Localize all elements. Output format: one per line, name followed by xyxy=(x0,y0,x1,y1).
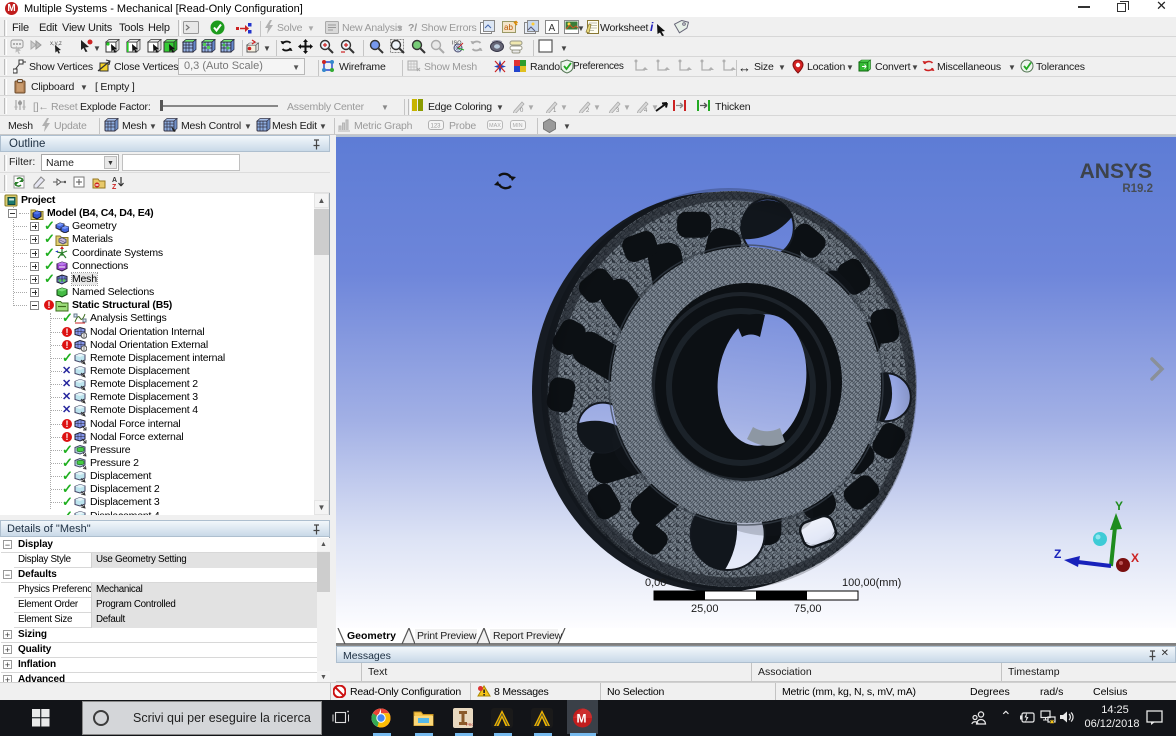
svg-text:0: 0 xyxy=(520,108,524,113)
svg-text:MIN: MIN xyxy=(513,123,523,129)
svg-text:4: 4 xyxy=(644,108,648,113)
svg-text:75,00: 75,00 xyxy=(794,603,822,615)
svg-text:1: 1 xyxy=(553,108,557,113)
svg-text:MAX: MAX xyxy=(489,123,501,129)
svg-text:ANSYS: ANSYS xyxy=(1080,160,1152,183)
svg-text:Z: Z xyxy=(1054,547,1061,561)
svg-text:2: 2 xyxy=(586,108,590,113)
svg-text:A: A xyxy=(112,177,117,184)
svg-text:X: X xyxy=(1131,551,1139,565)
svg-text:123: 123 xyxy=(431,124,442,130)
svg-text:A: A xyxy=(549,23,556,34)
svg-text:M: M xyxy=(577,712,587,726)
svg-text:PRO: PRO xyxy=(466,722,473,727)
svg-text:0,00: 0,00 xyxy=(645,577,666,589)
svg-text:R19.2: R19.2 xyxy=(1122,183,1153,195)
svg-text:ab: ab xyxy=(504,23,513,32)
svg-text:100,00(mm): 100,00(mm) xyxy=(842,577,901,589)
svg-text:Y: Y xyxy=(1115,499,1123,513)
svg-text:25,00: 25,00 xyxy=(691,603,719,615)
svg-text:3: 3 xyxy=(616,108,620,113)
svg-text:Z: Z xyxy=(112,184,117,190)
